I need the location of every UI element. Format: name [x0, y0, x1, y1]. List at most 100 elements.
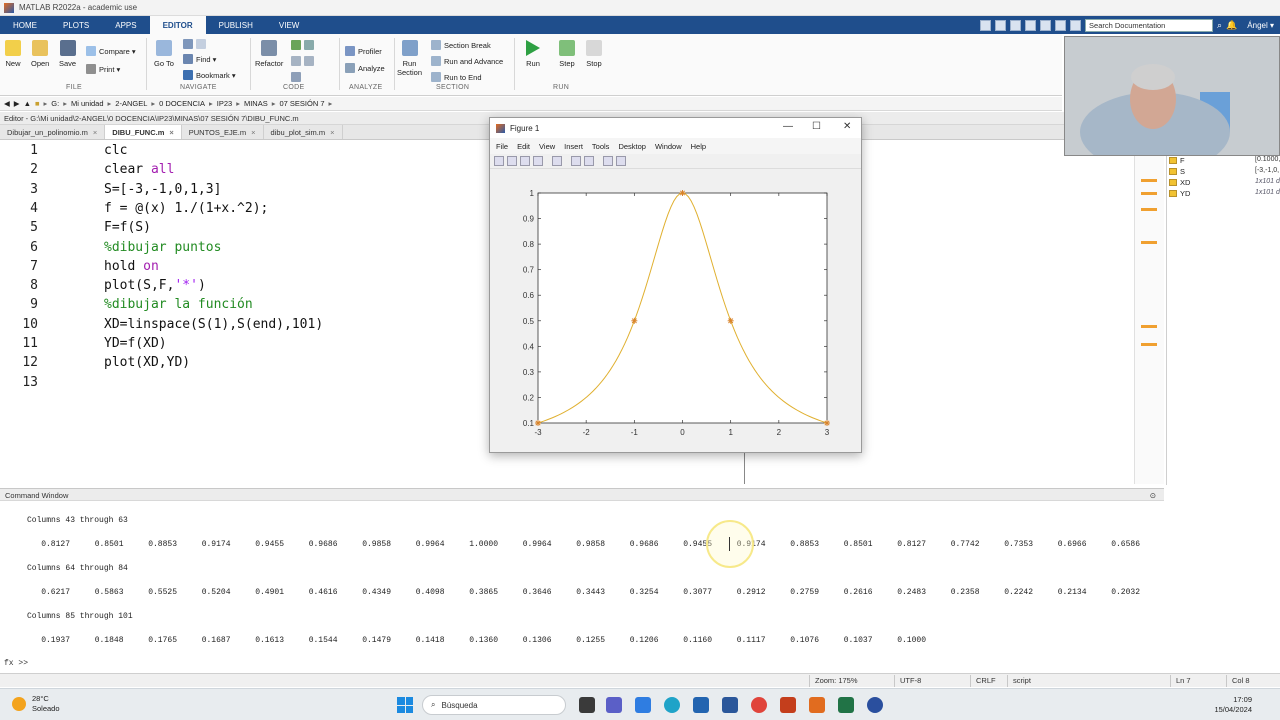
line-number[interactable]: 6	[0, 240, 38, 255]
run-advance-button[interactable]: Run and Advance	[431, 56, 503, 66]
close-icon[interactable]: ×	[251, 128, 255, 137]
smart-indent-button[interactable]	[291, 72, 301, 82]
search-documentation-input[interactable]: Search Documentation	[1085, 18, 1214, 32]
quick-paste-icon[interactable]	[1025, 19, 1037, 31]
print-figure-icon[interactable]	[533, 156, 543, 166]
search-icon[interactable]: ⌕	[1217, 20, 1222, 31]
line-number[interactable]: 9	[0, 297, 38, 312]
save-figure-icon[interactable]	[520, 156, 530, 166]
taskbar-search[interactable]: ⌕ Búsqueda	[422, 695, 566, 715]
menu-help[interactable]: Help	[691, 142, 706, 151]
browse-folder-icon[interactable]: ■	[35, 99, 40, 108]
teams-icon[interactable]	[606, 697, 622, 713]
menu-tools[interactable]: Tools	[592, 142, 610, 151]
back-forward-buttons[interactable]	[183, 39, 206, 49]
new-button[interactable]: New	[5, 40, 21, 68]
weather-widget[interactable]: 28°C Soleado	[12, 694, 60, 714]
warning-marker[interactable]	[1141, 241, 1157, 244]
print-button[interactable]: Print ▾	[86, 64, 120, 74]
matlab-taskbar-icon[interactable]	[809, 697, 825, 713]
code-line[interactable]: F=f(S)	[104, 220, 151, 235]
widgets-icon[interactable]	[635, 697, 651, 713]
compare-button[interactable]: Compare ▾	[86, 46, 136, 56]
line-number[interactable]: 12	[0, 355, 38, 370]
tab-apps[interactable]: APPS	[102, 16, 149, 34]
code-line[interactable]: XD=linspace(S(1),S(end),101)	[104, 317, 323, 332]
code-line[interactable]: f = @(x) 1./(1+x.^2);	[104, 201, 268, 216]
workspace-variable[interactable]: YD 1x101 d	[1169, 189, 1280, 198]
code-line[interactable]: clear all	[104, 162, 174, 177]
new-figure-icon[interactable]	[494, 156, 504, 166]
warning-marker[interactable]	[1141, 192, 1157, 195]
code-line[interactable]: S=[-3,-1,0,1,3]	[104, 182, 221, 197]
menu-edit[interactable]: Edit	[517, 142, 530, 151]
start-button[interactable]	[397, 697, 413, 713]
command-window[interactable]: Columns 43 through 63 0.8127 0.8501 0.8853 0…	[0, 501, 1164, 672]
menu-desktop[interactable]: Desktop	[618, 142, 646, 151]
plot-axes[interactable]: -3 -2 -1 0 1 2 3 0.1 0.2 0.3 0.4 0.5 0.6 0.7 0.8 0.9 1	[490, 170, 861, 452]
bell-icon[interactable]: 🔔	[1226, 20, 1237, 31]
breadcrumb-3[interactable]: 0 DOCENCIA	[159, 99, 205, 108]
workspace-variable[interactable]: F [0.1000,	[1169, 156, 1280, 165]
edge-icon[interactable]	[664, 697, 680, 713]
warning-marker[interactable]	[1141, 343, 1157, 346]
breadcrumb-6[interactable]: 07 SESIÓN 7	[280, 99, 325, 108]
breadcrumb-4[interactable]: IP23	[217, 99, 232, 108]
quick-redo-icon[interactable]	[1055, 19, 1067, 31]
command-prompt[interactable]: fx >>	[4, 659, 28, 668]
refactor-button[interactable]: Refactor	[255, 40, 283, 68]
breadcrumb-0[interactable]: G:	[51, 99, 59, 108]
property-inspector-icon[interactable]	[616, 156, 626, 166]
goto-button[interactable]: Go To	[154, 40, 174, 68]
breadcrumb-2[interactable]: 2-ANGEL	[115, 99, 147, 108]
file-tab[interactable]: dibu_plot_sim.m ×	[264, 125, 343, 139]
line-number[interactable]: 11	[0, 336, 38, 351]
word-icon[interactable]	[722, 697, 738, 713]
menu-file[interactable]: File	[496, 142, 508, 151]
run-button[interactable]: Run	[526, 40, 540, 68]
code-line[interactable]: plot(XD,YD)	[104, 355, 190, 370]
breadcrumb-1[interactable]: Mi unidad	[71, 99, 104, 108]
link-plot-icon[interactable]	[552, 156, 562, 166]
powerpoint-icon[interactable]	[780, 697, 796, 713]
warning-marker[interactable]	[1141, 208, 1157, 211]
excel-icon[interactable]	[838, 697, 854, 713]
line-number[interactable]: 8	[0, 278, 38, 293]
up-folder-icon[interactable]: ▲	[24, 99, 31, 108]
comment-button[interactable]	[291, 40, 314, 50]
analyze-button[interactable]: Analyze	[345, 63, 385, 73]
breadcrumb-5[interactable]: MINAS	[244, 99, 268, 108]
task-view-icon[interactable]	[579, 697, 595, 713]
line-number[interactable]: 10	[0, 317, 38, 332]
section-break-button[interactable]: Section Break	[431, 40, 491, 50]
store-icon[interactable]	[693, 697, 709, 713]
menu-insert[interactable]: Insert	[564, 142, 583, 151]
line-number[interactable]: 2	[0, 162, 38, 177]
close-icon[interactable]: ✕	[843, 121, 851, 132]
quick-save-icon[interactable]	[980, 19, 992, 31]
close-icon[interactable]: ×	[93, 128, 97, 137]
code-line[interactable]: %dibujar la función	[104, 297, 253, 312]
code-line[interactable]: plot(S,F,'*')	[104, 278, 206, 293]
save-button[interactable]: Save	[59, 40, 76, 68]
code-line[interactable]: %dibujar puntos	[104, 240, 221, 255]
code-line[interactable]: hold on	[104, 259, 159, 274]
legend-icon[interactable]	[584, 156, 594, 166]
colorbar-icon[interactable]	[571, 156, 581, 166]
code-line[interactable]: YD=f(XD)	[104, 336, 167, 351]
back-arrow-icon[interactable]: ◀	[4, 99, 10, 108]
line-number[interactable]: 1	[0, 143, 38, 158]
workspace-variable[interactable]: XD 1x101 d	[1169, 178, 1280, 187]
tab-home[interactable]: HOME	[0, 16, 50, 34]
screen-recorder-icon[interactable]	[867, 697, 883, 713]
open-file-icon[interactable]	[507, 156, 517, 166]
figure-canvas[interactable]: -3 -2 -1 0 1 2 3 0.1 0.2 0.3 0.4 0.5 0.6 0.7 0.8 0.9 1	[490, 170, 861, 452]
quick-undo-icon[interactable]	[1040, 19, 1052, 31]
stop-button[interactable]: Stop	[586, 40, 602, 68]
close-icon[interactable]: ×	[169, 128, 173, 137]
wrap-button[interactable]	[291, 56, 314, 66]
run-section-button[interactable]: Run Section	[397, 40, 422, 77]
run-to-end-button[interactable]: Run to End	[431, 72, 482, 82]
file-tab[interactable]: PUNTOS_EJE.m ×	[182, 125, 264, 139]
figure-window[interactable]: Figure 1 — ☐ ✕ File Edit View Insert Too…	[489, 117, 862, 453]
